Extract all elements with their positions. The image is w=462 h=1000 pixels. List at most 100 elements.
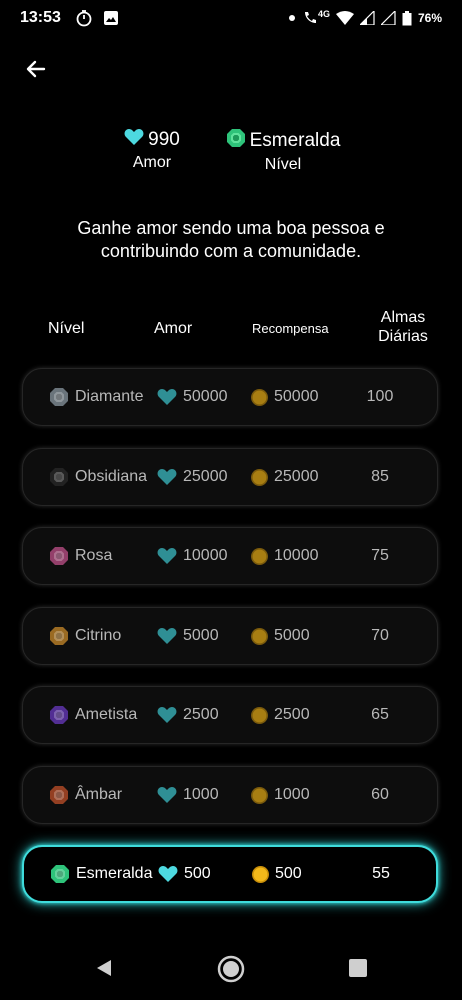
- level-cell: Ametista: [49, 687, 137, 743]
- level-cell: Obsidiana: [49, 449, 147, 505]
- header-love: Amor: [154, 320, 193, 337]
- heart-icon: [124, 128, 144, 152]
- arrow-left-icon: [24, 57, 48, 86]
- coin-icon: [252, 865, 269, 883]
- level-summary: Esmeralda Nível: [218, 128, 348, 174]
- heart-icon: [157, 706, 177, 724]
- love-cell: 25000: [157, 449, 228, 505]
- header-souls-line2: Diárias: [378, 328, 428, 345]
- level-name: Rosa: [75, 547, 113, 564]
- level-row: Diamante 50000 50000 100: [22, 368, 438, 426]
- heart-icon: [157, 468, 177, 486]
- level-label: Nível: [264, 156, 302, 173]
- status-time: 13:53: [20, 9, 61, 26]
- gem-icon: [49, 387, 69, 407]
- level-name: Citrino: [75, 627, 122, 644]
- gem-icon: [49, 467, 69, 487]
- summary: 990 Amor Esmeralda Nível: [0, 128, 462, 178]
- reward-amount: 1000: [274, 786, 310, 803]
- love-required: 10000: [183, 547, 228, 564]
- header-level: Nível: [48, 320, 85, 337]
- level-name: Diamante: [75, 388, 144, 405]
- gem-icon: [49, 785, 69, 805]
- square-recents-icon: [348, 958, 368, 983]
- love-cell: 500: [158, 847, 211, 901]
- love-required: 500: [184, 865, 211, 882]
- nav-recents-button[interactable]: [346, 958, 370, 982]
- love-required: 1000: [183, 786, 219, 803]
- love-required: 2500: [183, 706, 219, 723]
- daily-souls: 60: [371, 786, 389, 803]
- love-required: 5000: [183, 627, 219, 644]
- signal-icon-2: [380, 11, 396, 25]
- level-cell: Âmbar: [49, 767, 122, 823]
- reward-amount: 2500: [274, 706, 310, 723]
- battery-icon: [402, 10, 412, 26]
- daily-souls: 100: [366, 388, 394, 405]
- reward-cell: 5000: [251, 608, 310, 664]
- network-type: 4G: [317, 9, 330, 19]
- nav-home-button[interactable]: [216, 955, 246, 988]
- level-row: Rosa 10000 10000 75: [22, 527, 438, 585]
- coin-icon: [251, 786, 268, 804]
- heart-icon: [158, 865, 178, 883]
- reward-cell: 1000: [251, 767, 310, 823]
- daily-souls: 65: [371, 706, 389, 723]
- daily-souls: 55: [372, 865, 390, 882]
- love-cell: 50000: [157, 369, 228, 425]
- header-daily-souls: Almas Diárias: [372, 308, 434, 346]
- coin-icon: [251, 706, 268, 724]
- system-nav-bar: [0, 940, 462, 1000]
- level-name: Ametista: [75, 706, 138, 723]
- reward-cell: 50000: [251, 369, 319, 425]
- reward-cell: 25000: [251, 449, 319, 505]
- back-button[interactable]: [18, 56, 54, 86]
- level-value: Esmeralda: [249, 130, 341, 151]
- level-row: Citrino 5000 5000 70: [22, 607, 438, 665]
- status-bar: 13:53 4G 76%: [0, 0, 462, 36]
- coin-icon: [251, 627, 268, 645]
- level-name: Âmbar: [75, 786, 123, 803]
- header-souls-line1: Almas: [380, 309, 426, 326]
- reward-amount: 5000: [274, 627, 310, 644]
- love-cell: 1000: [157, 767, 219, 823]
- image-icon: [103, 10, 119, 26]
- home-circle-icon: [217, 955, 245, 988]
- reward-amount: 500: [275, 865, 302, 882]
- coin-icon: [251, 468, 268, 486]
- gem-icon: [49, 546, 69, 566]
- level-row: Âmbar 1000 1000 60: [22, 766, 438, 824]
- header-reward: Recompensa: [252, 321, 329, 336]
- call-icon: [302, 10, 318, 26]
- level-row-current: Esmeralda 500 500 55: [22, 845, 438, 903]
- level-cell: Diamante: [49, 369, 143, 425]
- heart-icon: [157, 786, 177, 804]
- love-summary: 990 Amor: [110, 128, 194, 172]
- reward-cell: 500: [252, 847, 302, 901]
- level-row: Ametista 2500 2500 65: [22, 686, 438, 744]
- daily-souls: 75: [371, 547, 389, 564]
- emerald-gem-icon: [226, 128, 246, 154]
- level-cell: Esmeralda: [50, 847, 152, 901]
- love-cell: 2500: [157, 687, 219, 743]
- nav-back-button[interactable]: [92, 958, 116, 982]
- gem-icon: [49, 705, 69, 725]
- signal-icon: [359, 11, 375, 25]
- dot-icon: [288, 14, 296, 22]
- level-name: Esmeralda: [76, 865, 153, 882]
- love-label: Amor: [132, 154, 172, 171]
- table-header: Nível Amor Recompensa Almas Diárias: [0, 308, 462, 348]
- reward-cell: 2500: [251, 687, 310, 743]
- wifi-icon: [335, 11, 354, 25]
- reward-amount: 25000: [274, 468, 319, 485]
- love-value: 990: [148, 129, 180, 150]
- coin-icon: [251, 547, 268, 565]
- heart-icon: [157, 547, 177, 565]
- gem-icon: [50, 864, 70, 884]
- love-required: 50000: [183, 388, 228, 405]
- coin-icon: [251, 388, 268, 406]
- level-cell: Citrino: [49, 608, 121, 664]
- heart-icon: [157, 627, 177, 645]
- daily-souls: 85: [371, 468, 389, 485]
- reward-amount: 10000: [274, 547, 319, 564]
